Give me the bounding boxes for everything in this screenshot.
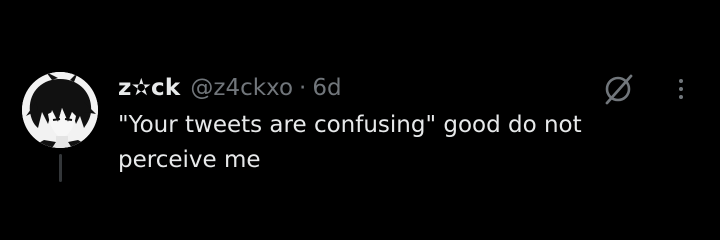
timestamp[interactable]: 6d — [312, 75, 341, 101]
display-name[interactable]: z✫ck — [118, 75, 180, 101]
more-dot — [679, 79, 683, 83]
separator-dot: · — [299, 75, 307, 101]
avatar-column — [22, 72, 100, 182]
user-handle[interactable]: @z4ckxo — [190, 75, 293, 101]
grok-icon[interactable] — [598, 70, 638, 106]
grok-icon-glyph — [605, 74, 633, 105]
tweet-header: z✫ck @z4ckxo · 6d — [118, 73, 342, 103]
avatar-portrait-icon — [22, 72, 98, 148]
more-dot — [679, 95, 683, 99]
thread-line — [59, 154, 62, 182]
avatar[interactable] — [22, 72, 98, 148]
tweet[interactable]: z✫ck @z4ckxo · 6d "Your tweets are confu… — [0, 0, 720, 240]
more-dot — [679, 87, 683, 91]
tweet-text: "Your tweets are confusing" good do not … — [118, 112, 582, 173]
more-options-icon[interactable] — [666, 72, 696, 106]
